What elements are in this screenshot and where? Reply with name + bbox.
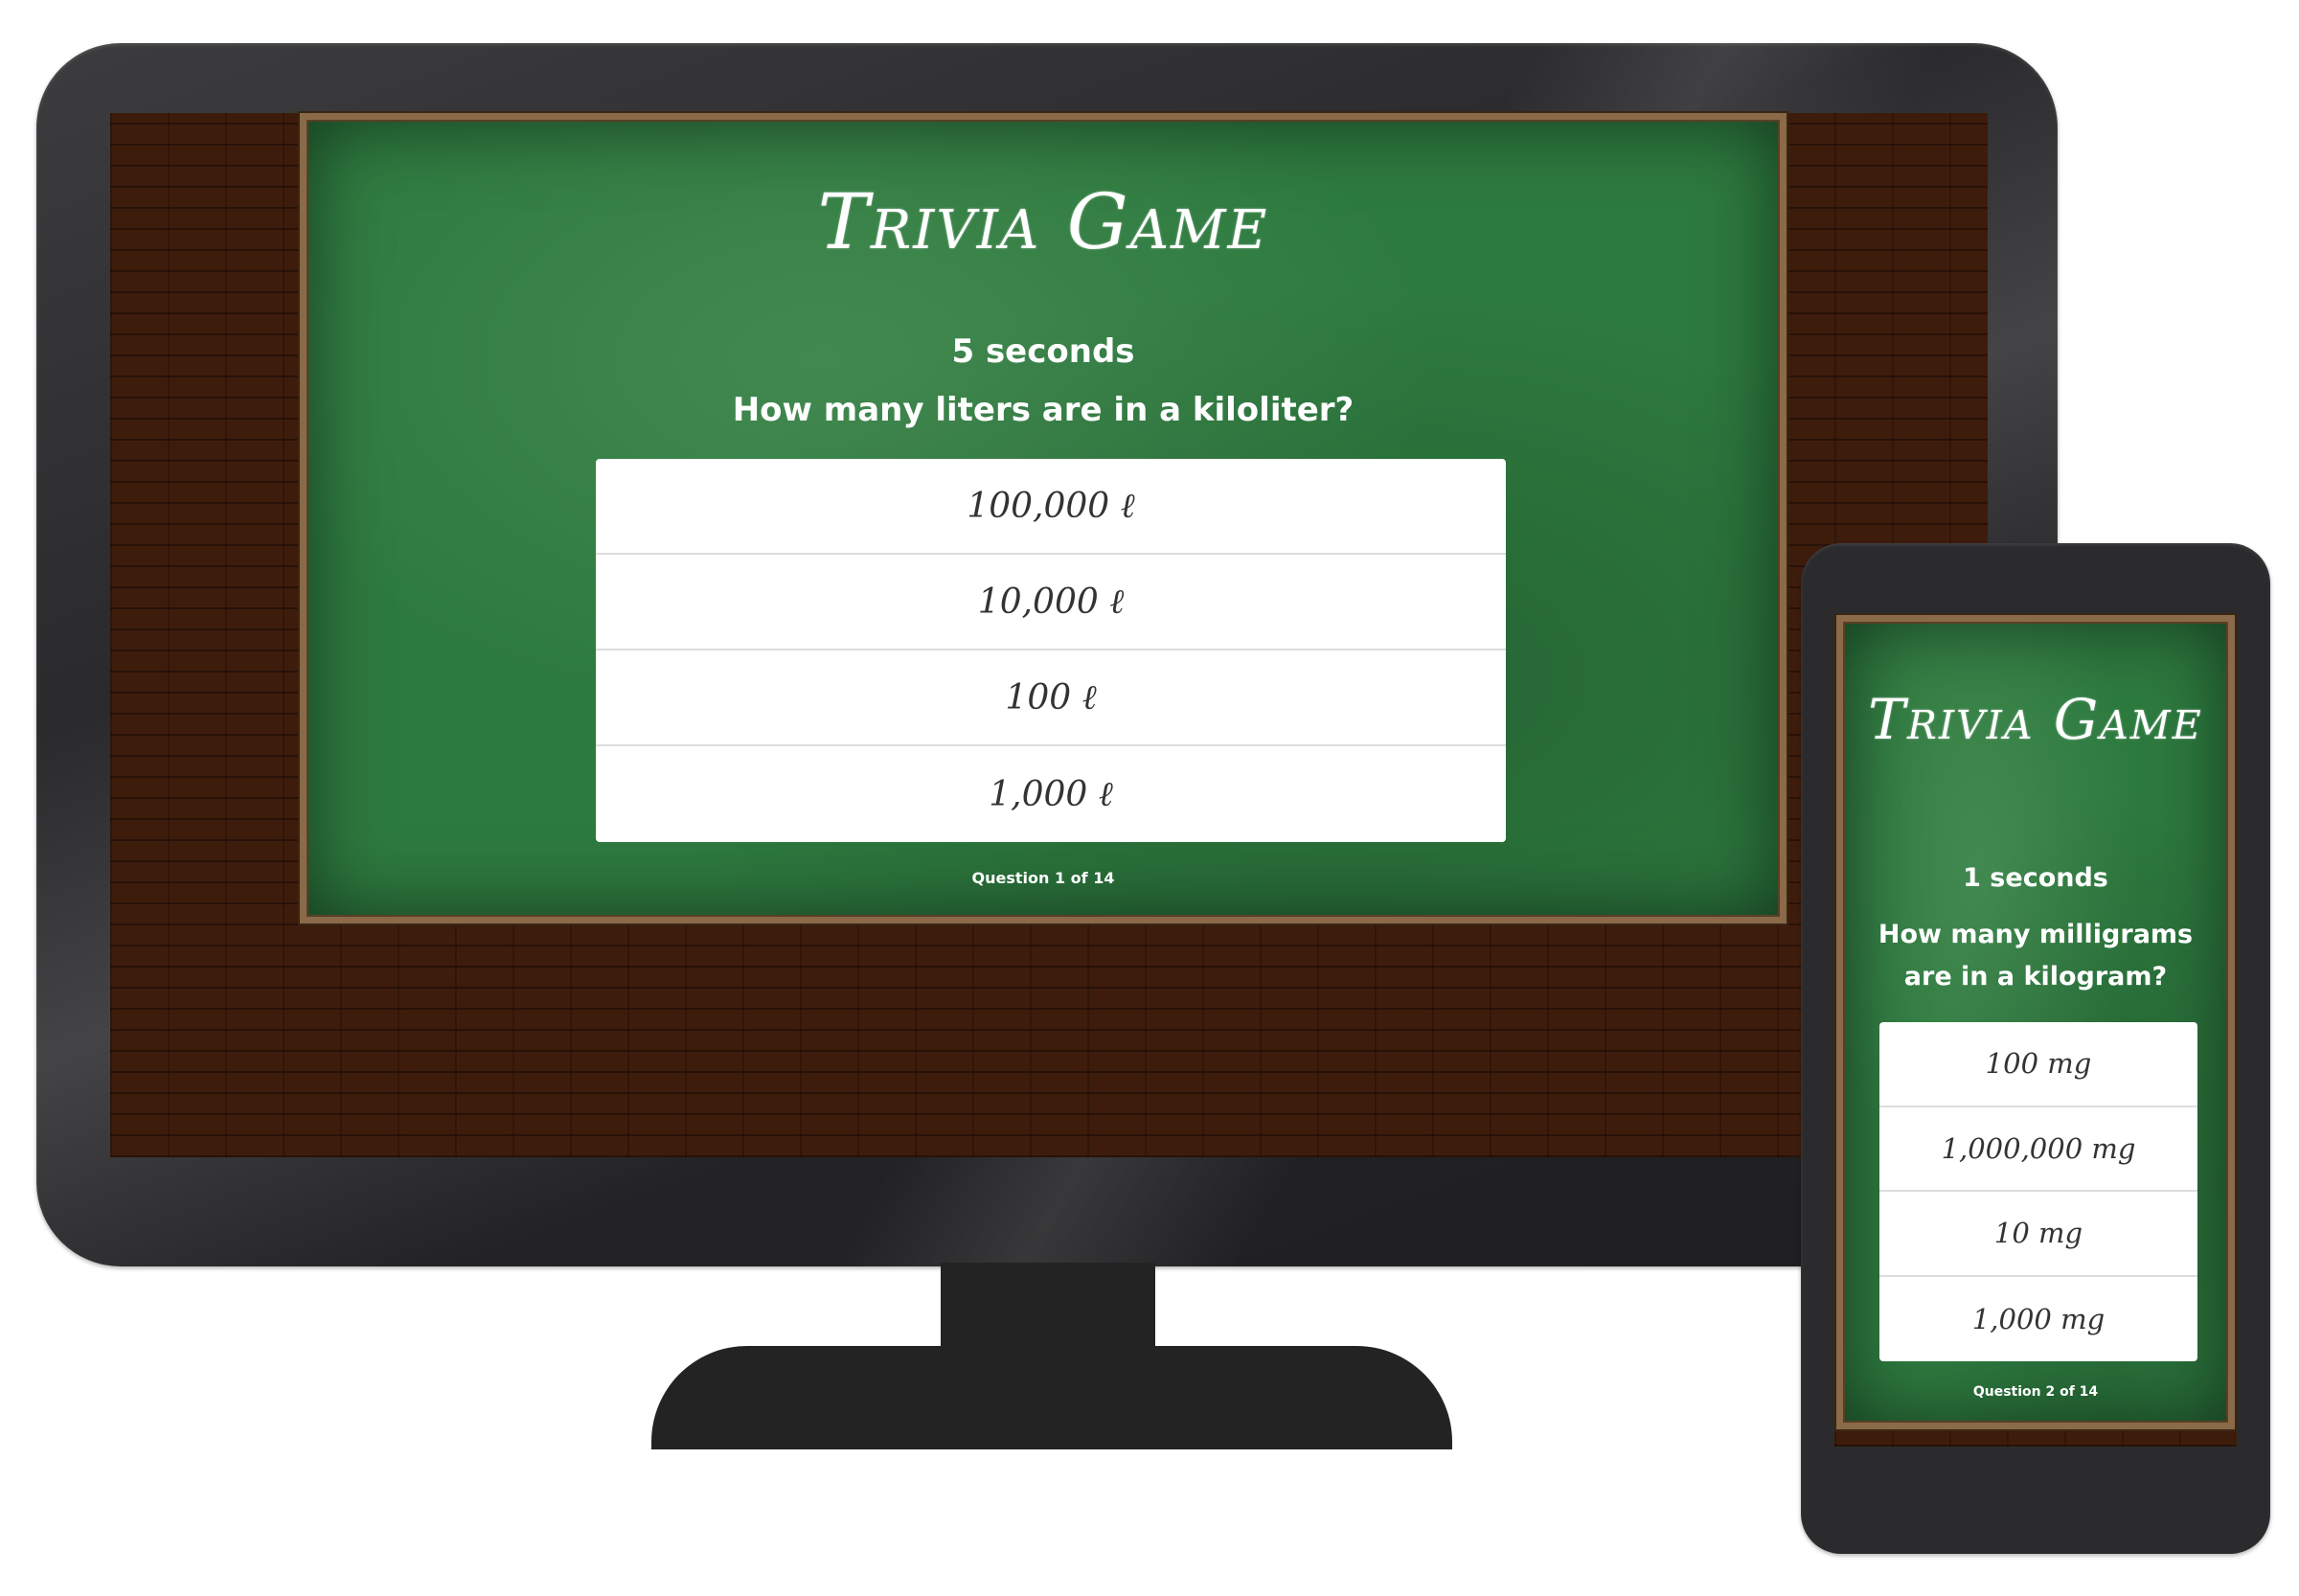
desktop-answer-option[interactable]: 1,000 ℓ	[596, 746, 1506, 842]
phone-answer-option[interactable]: 1,000,000 mg	[1879, 1107, 2197, 1192]
desktop-answer-option[interactable]: 100 ℓ	[596, 650, 1506, 746]
phone-timer: 1 seconds	[1963, 863, 2108, 893]
phone-answer-option[interactable]: 1,000 mg	[1879, 1277, 2197, 1362]
desktop-answer-option[interactable]: 10,000 ℓ	[596, 555, 1506, 650]
monitor-stand-neck	[941, 1263, 1155, 1349]
phone-answer-list: 100 mg 1,000,000 mg 10 mg 1,000 mg	[1879, 1022, 2197, 1361]
phone-question: How many milligrams are in a kilogram?	[1878, 920, 2194, 992]
phone-game-title: Trivia Game	[1868, 687, 2203, 752]
phone-question-counter: Question 2 of 14	[1972, 1384, 2099, 1400]
desktop-game-title: Trivia Game	[817, 177, 1269, 266]
monitor-stand-base	[651, 1346, 1452, 1449]
phone-chalkboard: Trivia Game 1 seconds How many milligram…	[1836, 615, 2235, 1429]
desktop-answer-list: 100,000 ℓ 10,000 ℓ 100 ℓ 1,000 ℓ	[596, 459, 1506, 842]
desktop-question-counter: Question 1 of 14	[971, 869, 1115, 887]
desktop-timer: 5 seconds	[951, 332, 1135, 371]
desktop-answer-option[interactable]: 100,000 ℓ	[596, 459, 1506, 555]
desktop-chalkboard: Trivia Game 5 seconds How many liters ar…	[300, 113, 1787, 923]
phone-answer-option[interactable]: 10 mg	[1879, 1192, 2197, 1277]
phone-answer-option[interactable]: 100 mg	[1879, 1022, 2197, 1107]
desktop-question: How many liters are in a kiloliter?	[732, 391, 1354, 429]
